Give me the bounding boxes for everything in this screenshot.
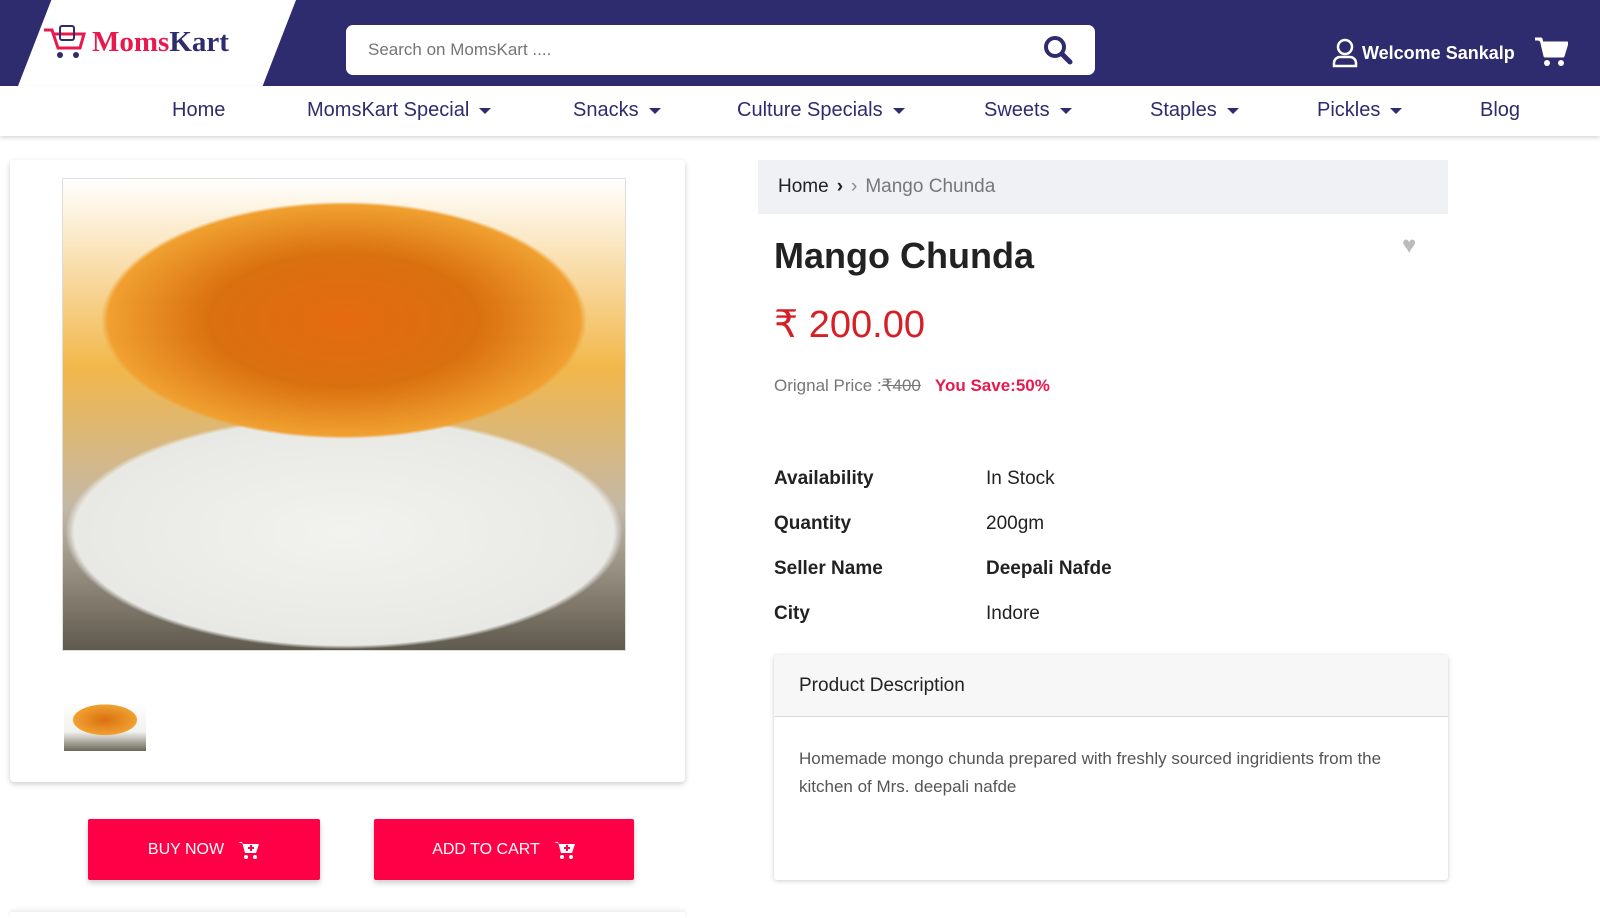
spec-row: Availability In Stock bbox=[774, 468, 1055, 490]
nav-label: Pickles bbox=[1317, 99, 1381, 121]
savings-badge: You Save:50% bbox=[934, 376, 1050, 395]
original-price-label: Orignal Price : bbox=[774, 376, 882, 395]
nav-label: Staples bbox=[1150, 99, 1217, 121]
spec-value: In Stock bbox=[986, 468, 1055, 489]
search-bar bbox=[346, 25, 1095, 75]
spec-row: Quantity 200gm bbox=[774, 513, 1044, 535]
product-title: Mango Chunda bbox=[774, 235, 1034, 276]
breadcrumb-home[interactable]: Home bbox=[778, 176, 829, 198]
spec-row: Seller Name Deepali Nafde bbox=[774, 558, 1112, 580]
product-price: ₹ 200.00 bbox=[774, 304, 925, 346]
cart-icon[interactable] bbox=[1534, 36, 1568, 68]
nav-label: Blog bbox=[1480, 99, 1521, 121]
welcome-text: Welcome Sankalp bbox=[1362, 42, 1515, 63]
cart-logo-icon bbox=[44, 25, 86, 58]
caret-down-icon bbox=[1059, 107, 1072, 114]
nav-label: Home bbox=[172, 99, 226, 121]
buy-now-button[interactable]: BUY NOW bbox=[88, 819, 320, 880]
product-thumbnail[interactable] bbox=[64, 703, 146, 751]
nav-label: Snacks bbox=[573, 99, 639, 121]
caret-down-icon bbox=[479, 107, 492, 114]
search-icon[interactable] bbox=[1043, 35, 1073, 65]
caret-down-icon bbox=[1390, 107, 1403, 114]
cart-plus-icon bbox=[238, 841, 260, 859]
chevron-right-icon: › bbox=[836, 176, 844, 197]
nav-blog[interactable]: Blog bbox=[1480, 99, 1520, 122]
spec-label: Quantity bbox=[774, 513, 852, 534]
product-main-image[interactable] bbox=[62, 178, 626, 651]
nav-pickles[interactable]: Pickles bbox=[1317, 99, 1403, 122]
spec-label: City bbox=[774, 603, 810, 624]
logo-text-kart: Kart bbox=[169, 25, 229, 58]
spec-label: Availability bbox=[774, 468, 874, 489]
logo-text-moms: Moms bbox=[92, 25, 170, 58]
spec-value: Indore bbox=[986, 603, 1040, 624]
next-card-edge bbox=[10, 912, 685, 918]
caret-down-icon bbox=[1226, 107, 1239, 114]
breadcrumb: Home › › Mango Chunda bbox=[758, 160, 1448, 214]
nav-label: Culture Specials bbox=[737, 99, 883, 121]
nav-home[interactable]: Home bbox=[172, 99, 225, 122]
description-text: Homemade mongo chunda prepared with fres… bbox=[799, 749, 1382, 796]
buy-now-label: BUY NOW bbox=[147, 840, 225, 858]
caret-down-icon bbox=[648, 107, 661, 114]
original-price: ₹400 bbox=[881, 376, 921, 395]
nav-momskart-special[interactable]: MomsKart Special bbox=[307, 99, 492, 122]
spec-value: 200gm bbox=[986, 513, 1045, 534]
add-to-cart-button[interactable]: ADD TO CART bbox=[374, 819, 634, 880]
breadcrumb-current: Mango Chunda bbox=[865, 176, 996, 197]
original-price-row: Orignal Price :₹400 You Save:50% bbox=[774, 376, 1050, 396]
spec-row: City Indore bbox=[774, 603, 1040, 625]
nav-snacks[interactable]: Snacks bbox=[573, 99, 661, 122]
chevron-right-icon: › bbox=[851, 176, 858, 197]
user-icon bbox=[1332, 38, 1358, 68]
category-nav: Home MomsKart Special Snacks Culture Spe… bbox=[0, 86, 1600, 136]
description-title: Product Description bbox=[774, 655, 1448, 717]
spec-label: Seller Name bbox=[774, 558, 883, 579]
spec-value: Deepali Nafde bbox=[986, 558, 1112, 579]
nav-label: MomsKart Special bbox=[307, 99, 470, 121]
cart-plus-icon bbox=[553, 841, 575, 859]
add-to-cart-label: ADD TO CART bbox=[432, 840, 540, 858]
wishlist-heart-icon[interactable]: ♥ bbox=[1402, 232, 1416, 260]
account-link[interactable]: Welcome Sankalp bbox=[1332, 38, 1515, 68]
search-input[interactable] bbox=[368, 40, 968, 60]
nav-label: Sweets bbox=[984, 99, 1050, 121]
caret-down-icon bbox=[892, 107, 905, 114]
nav-sweets[interactable]: Sweets bbox=[984, 99, 1072, 122]
product-description-card: Product Description Homemade mongo chund… bbox=[774, 655, 1448, 880]
logo[interactable]: Moms Kart bbox=[42, 24, 229, 60]
nav-staples[interactable]: Staples bbox=[1150, 99, 1239, 122]
nav-culture-specials[interactable]: Culture Specials bbox=[737, 99, 905, 122]
